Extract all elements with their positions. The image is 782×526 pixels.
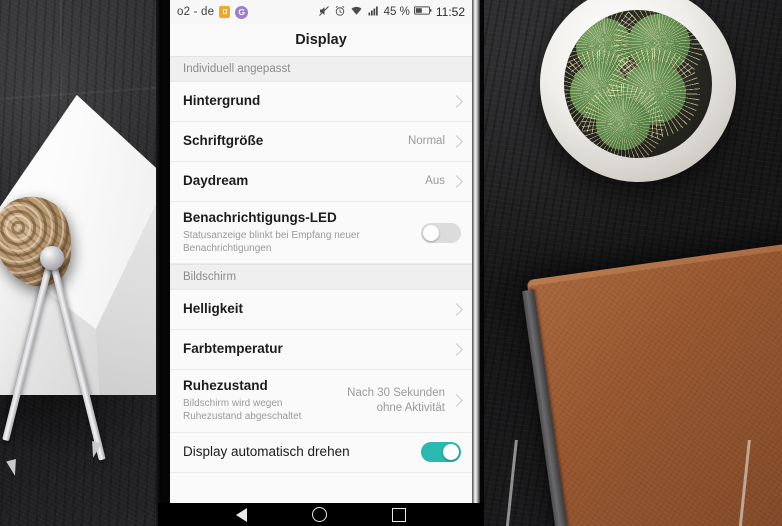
settings-row-daydream[interactable]: Daydream Aus [170, 162, 472, 202]
lock-icon [219, 6, 231, 18]
background-photo-left [0, 0, 166, 526]
status-bar: o2 - de G 45 % 11:52 [170, 0, 472, 24]
row-subtitle: Bildschirm wird wegen Ruhezustand abgesc… [183, 398, 302, 423]
row-text: Benachrichtigungs-LED Statusanzeige blin… [183, 202, 413, 263]
settings-row-ruhezustand[interactable]: Ruhezustand Bildschirm wird wegen Ruhezu… [170, 370, 472, 433]
toggle-auto-rotate[interactable] [421, 442, 461, 462]
row-value: Aus [425, 175, 445, 188]
chevron-right-icon [450, 175, 463, 188]
chevron-right-icon [450, 135, 463, 148]
wifi-icon [350, 5, 363, 20]
toggle-notification-led[interactable] [421, 222, 461, 243]
back-triangle-icon[interactable] [236, 507, 248, 522]
row-title: Ruhezustand [183, 378, 268, 394]
row-text: Hintergrund [183, 85, 445, 118]
row-text: Display automatisch drehen [183, 436, 413, 469]
chevron-right-icon [450, 95, 463, 108]
row-title: Hintergrund [183, 93, 261, 109]
toggle-knob [423, 224, 439, 241]
cactus-spines [582, 84, 664, 158]
row-title: Farbtemperatur [183, 341, 283, 357]
compass-tool-object [2, 246, 162, 506]
settings-row-hintergrund[interactable]: Hintergrund [170, 82, 472, 122]
mute-icon [318, 5, 330, 20]
alarm-clock-icon [334, 5, 346, 20]
list-filler [170, 472, 472, 503]
row-value: Normal [407, 135, 445, 148]
settings-group-personalize: Hintergrund Schriftgröße Normal Daydream… [170, 82, 472, 265]
clock-label: 11:52 [435, 5, 465, 19]
background-photo-right [480, 0, 782, 526]
row-title: Daydream [183, 173, 249, 189]
row-title: Benachrichtigungs-LED [183, 210, 337, 225]
row-title: Schriftgröße [183, 133, 264, 149]
phone-screen: o2 - de G 45 % 11:52 Display Individuell… [170, 0, 472, 503]
row-title: Helligkeit [183, 301, 244, 317]
cactus-lobe [582, 84, 664, 158]
chevron-right-icon [450, 343, 463, 357]
status-bar-left: o2 - de G [177, 5, 249, 19]
google-circle-icon: G [235, 5, 249, 19]
settings-row-farbtemperatur[interactable]: Farbtemperatur [170, 330, 472, 371]
page-title: Display [170, 24, 472, 56]
settings-group-bildschirm: Helligkeit Farbtemperatur Ruhezustand Bi… [170, 290, 472, 473]
settings-row-helligkeit[interactable]: Helligkeit [170, 290, 472, 331]
compass-leg [48, 255, 106, 461]
section-header-personalize: Individuell angepasst [170, 56, 472, 82]
cactus-plant [564, 10, 706, 158]
row-text: Schriftgröße [183, 125, 400, 158]
settings-row-display-automatisch-drehen[interactable]: Display automatisch drehen [170, 432, 472, 473]
recents-square-icon[interactable] [391, 507, 406, 522]
home-circle-icon[interactable] [311, 507, 327, 522]
row-value: Nach 30 Sekunden ohne Aktivität [347, 386, 445, 414]
row-text: Farbtemperatur [183, 333, 445, 366]
row-text: Helligkeit [183, 293, 445, 326]
row-title: Display automatisch drehen [183, 443, 350, 459]
wire-stand-object [505, 440, 751, 526]
compass-hinge [40, 246, 64, 270]
battery-icon [413, 5, 432, 19]
phone-bezel-left [156, 0, 161, 526]
chevron-right-icon [450, 394, 463, 408]
chevron-right-icon [450, 303, 463, 317]
section-header-bildschirm: Bildschirm [170, 264, 472, 291]
slate-seam [60, 0, 62, 100]
row-subtitle: Statusanzeige blinkt bei Empfang neuer B… [183, 229, 360, 255]
screenshot-scene: o2 - de G 45 % 11:52 Display Individuell… [0, 0, 782, 526]
carrier-label: o2 - de [177, 6, 215, 18]
status-bar-right: 45 % 11:52 [318, 5, 465, 20]
signal-bars-icon [367, 5, 380, 20]
battery-percent-label: 45 % [383, 6, 410, 18]
settings-row-schriftgroesse[interactable]: Schriftgröße Normal [170, 122, 472, 162]
pot-soil [564, 10, 712, 158]
toggle-knob [443, 444, 459, 460]
row-text: Ruhezustand Bildschirm wird wegen Ruhezu… [183, 370, 339, 431]
android-navigation-bar [158, 503, 484, 526]
settings-row-benachrichtigungs-led[interactable]: Benachrichtigungs-LED Statusanzeige blin… [170, 202, 472, 265]
row-text: Daydream [183, 165, 417, 198]
